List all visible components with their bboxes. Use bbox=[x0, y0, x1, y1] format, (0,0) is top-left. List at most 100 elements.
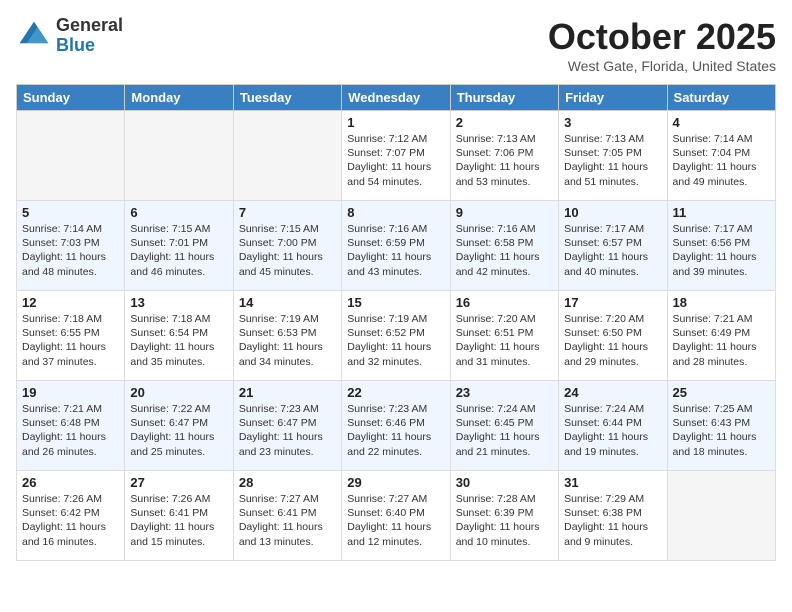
day-number: 23 bbox=[456, 385, 553, 400]
cell-info: Sunrise: 7:20 AM Sunset: 6:51 PM Dayligh… bbox=[456, 312, 553, 369]
calendar-cell: 10Sunrise: 7:17 AM Sunset: 6:57 PM Dayli… bbox=[559, 201, 667, 291]
day-number: 7 bbox=[239, 205, 336, 220]
day-number: 5 bbox=[22, 205, 119, 220]
calendar-cell: 2Sunrise: 7:13 AM Sunset: 7:06 PM Daylig… bbox=[450, 111, 558, 201]
day-number: 24 bbox=[564, 385, 661, 400]
day-number: 8 bbox=[347, 205, 444, 220]
cell-info: Sunrise: 7:21 AM Sunset: 6:49 PM Dayligh… bbox=[673, 312, 770, 369]
cell-info: Sunrise: 7:26 AM Sunset: 6:41 PM Dayligh… bbox=[130, 492, 227, 549]
cell-info: Sunrise: 7:15 AM Sunset: 7:00 PM Dayligh… bbox=[239, 222, 336, 279]
calendar-cell bbox=[125, 111, 233, 201]
day-number: 13 bbox=[130, 295, 227, 310]
cell-info: Sunrise: 7:19 AM Sunset: 6:52 PM Dayligh… bbox=[347, 312, 444, 369]
cell-info: Sunrise: 7:17 AM Sunset: 6:56 PM Dayligh… bbox=[673, 222, 770, 279]
calendar-table: SundayMondayTuesdayWednesdayThursdayFrid… bbox=[16, 84, 776, 561]
calendar-week-row: 5 Sunrise: 7:14 AM Sunset: 7:03 PM Daylig… bbox=[17, 201, 776, 291]
day-number: 12 bbox=[22, 295, 119, 310]
calendar-cell: 30 Sunrise: 7:28 AM Sunset: 6:39 PM Dayli… bbox=[450, 471, 558, 561]
cell-info: Sunrise: 7:25 AM Sunset: 6:43 PM Dayligh… bbox=[673, 402, 770, 459]
cell-info: Sunrise: 7:26 AM Sunset: 6:42 PM Dayligh… bbox=[22, 492, 119, 549]
cell-info: Sunrise: 7:15 AM Sunset: 7:01 PM Dayligh… bbox=[130, 222, 227, 279]
day-number: 2 bbox=[456, 115, 553, 130]
page-header: General Blue October 2025 West Gate, Flo… bbox=[16, 16, 776, 74]
weekday-header: Sunday bbox=[17, 85, 125, 111]
day-number: 19 bbox=[22, 385, 119, 400]
day-number: 21 bbox=[239, 385, 336, 400]
weekday-header: Wednesday bbox=[342, 85, 450, 111]
calendar-cell: 12 Sunrise: 7:18 AM Sunset: 6:55 PM Dayli… bbox=[17, 291, 125, 381]
cell-info: Sunrise: 7:16 AM Sunset: 6:58 PM Dayligh… bbox=[456, 222, 553, 279]
title-area: October 2025 West Gate, Florida, United … bbox=[548, 16, 776, 74]
cell-info: Sunrise: 7:18 AM Sunset: 6:55 PM Dayligh… bbox=[22, 312, 119, 369]
logo-icon bbox=[16, 18, 52, 54]
day-number: 22 bbox=[347, 385, 444, 400]
cell-info: Sunrise: 7:24 AM Sunset: 6:45 PM Dayligh… bbox=[456, 402, 553, 459]
day-number: 6 bbox=[130, 205, 227, 220]
day-number: 3 bbox=[564, 115, 661, 130]
cell-info: Sunrise: 7:13 AM Sunset: 7:05 PM Dayligh… bbox=[564, 132, 661, 189]
location: West Gate, Florida, United States bbox=[548, 58, 776, 74]
cell-info: Sunrise: 7:28 AM Sunset: 6:39 PM Dayligh… bbox=[456, 492, 553, 549]
day-number: 15 bbox=[347, 295, 444, 310]
day-number: 16 bbox=[456, 295, 553, 310]
logo-blue: Blue bbox=[56, 36, 123, 56]
logo-general: General bbox=[56, 16, 123, 36]
calendar-header-row: SundayMondayTuesdayWednesdayThursdayFrid… bbox=[17, 85, 776, 111]
calendar-cell: 3 Sunrise: 7:13 AM Sunset: 7:05 PM Daylig… bbox=[559, 111, 667, 201]
calendar-cell: 18Sunrise: 7:21 AM Sunset: 6:49 PM Dayli… bbox=[667, 291, 775, 381]
calendar-week-row: 1Sunrise: 7:12 AM Sunset: 7:07 PM Daylig… bbox=[17, 111, 776, 201]
day-number: 25 bbox=[673, 385, 770, 400]
calendar-week-row: 19Sunrise: 7:21 AM Sunset: 6:48 PM Dayli… bbox=[17, 381, 776, 471]
calendar-cell: 7 Sunrise: 7:15 AM Sunset: 7:00 PM Daylig… bbox=[233, 201, 341, 291]
day-number: 29 bbox=[347, 475, 444, 490]
logo-text: General Blue bbox=[56, 16, 123, 56]
calendar-cell: 24Sunrise: 7:24 AM Sunset: 6:44 PM Dayli… bbox=[559, 381, 667, 471]
calendar-week-row: 12 Sunrise: 7:18 AM Sunset: 6:55 PM Dayli… bbox=[17, 291, 776, 381]
calendar-cell bbox=[233, 111, 341, 201]
cell-info: Sunrise: 7:14 AM Sunset: 7:04 PM Dayligh… bbox=[673, 132, 770, 189]
day-number: 28 bbox=[239, 475, 336, 490]
cell-info: Sunrise: 7:12 AM Sunset: 7:07 PM Dayligh… bbox=[347, 132, 444, 189]
day-number: 31 bbox=[564, 475, 661, 490]
calendar-cell: 11 Sunrise: 7:17 AM Sunset: 6:56 PM Dayli… bbox=[667, 201, 775, 291]
month-title: October 2025 bbox=[548, 16, 776, 58]
calendar-cell: 25 Sunrise: 7:25 AM Sunset: 6:43 PM Dayli… bbox=[667, 381, 775, 471]
calendar-cell: 21Sunrise: 7:23 AM Sunset: 6:47 PM Dayli… bbox=[233, 381, 341, 471]
weekday-header: Thursday bbox=[450, 85, 558, 111]
day-number: 20 bbox=[130, 385, 227, 400]
calendar-cell: 19Sunrise: 7:21 AM Sunset: 6:48 PM Dayli… bbox=[17, 381, 125, 471]
cell-info: Sunrise: 7:18 AM Sunset: 6:54 PM Dayligh… bbox=[130, 312, 227, 369]
day-number: 4 bbox=[673, 115, 770, 130]
cell-info: Sunrise: 7:14 AM Sunset: 7:03 PM Dayligh… bbox=[22, 222, 119, 279]
calendar-cell: 29 Sunrise: 7:27 AM Sunset: 6:40 PM Dayli… bbox=[342, 471, 450, 561]
cell-info: Sunrise: 7:19 AM Sunset: 6:53 PM Dayligh… bbox=[239, 312, 336, 369]
day-number: 9 bbox=[456, 205, 553, 220]
calendar-cell: 28 Sunrise: 7:27 AM Sunset: 6:41 PM Dayli… bbox=[233, 471, 341, 561]
day-number: 30 bbox=[456, 475, 553, 490]
calendar-cell: 16 Sunrise: 7:20 AM Sunset: 6:51 PM Dayli… bbox=[450, 291, 558, 381]
calendar-cell: 14 Sunrise: 7:19 AM Sunset: 6:53 PM Dayli… bbox=[233, 291, 341, 381]
cell-info: Sunrise: 7:27 AM Sunset: 6:41 PM Dayligh… bbox=[239, 492, 336, 549]
logo: General Blue bbox=[16, 16, 123, 56]
weekday-header: Saturday bbox=[667, 85, 775, 111]
weekday-header: Friday bbox=[559, 85, 667, 111]
calendar-cell: 4 Sunrise: 7:14 AM Sunset: 7:04 PM Daylig… bbox=[667, 111, 775, 201]
day-number: 27 bbox=[130, 475, 227, 490]
cell-info: Sunrise: 7:20 AM Sunset: 6:50 PM Dayligh… bbox=[564, 312, 661, 369]
calendar-cell: 9 Sunrise: 7:16 AM Sunset: 6:58 PM Daylig… bbox=[450, 201, 558, 291]
day-number: 17 bbox=[564, 295, 661, 310]
weekday-header: Tuesday bbox=[233, 85, 341, 111]
day-number: 14 bbox=[239, 295, 336, 310]
calendar-cell: 13 Sunrise: 7:18 AM Sunset: 6:54 PM Dayli… bbox=[125, 291, 233, 381]
calendar-cell: 22 Sunrise: 7:23 AM Sunset: 6:46 PM Dayli… bbox=[342, 381, 450, 471]
calendar-cell: 15 Sunrise: 7:19 AM Sunset: 6:52 PM Dayli… bbox=[342, 291, 450, 381]
calendar-cell bbox=[667, 471, 775, 561]
calendar-cell: 1Sunrise: 7:12 AM Sunset: 7:07 PM Daylig… bbox=[342, 111, 450, 201]
calendar-cell bbox=[17, 111, 125, 201]
cell-info: Sunrise: 7:23 AM Sunset: 6:46 PM Dayligh… bbox=[347, 402, 444, 459]
calendar-cell: 23 Sunrise: 7:24 AM Sunset: 6:45 PM Dayli… bbox=[450, 381, 558, 471]
cell-info: Sunrise: 7:29 AM Sunset: 6:38 PM Dayligh… bbox=[564, 492, 661, 549]
cell-info: Sunrise: 7:27 AM Sunset: 6:40 PM Dayligh… bbox=[347, 492, 444, 549]
day-number: 11 bbox=[673, 205, 770, 220]
cell-info: Sunrise: 7:22 AM Sunset: 6:47 PM Dayligh… bbox=[130, 402, 227, 459]
